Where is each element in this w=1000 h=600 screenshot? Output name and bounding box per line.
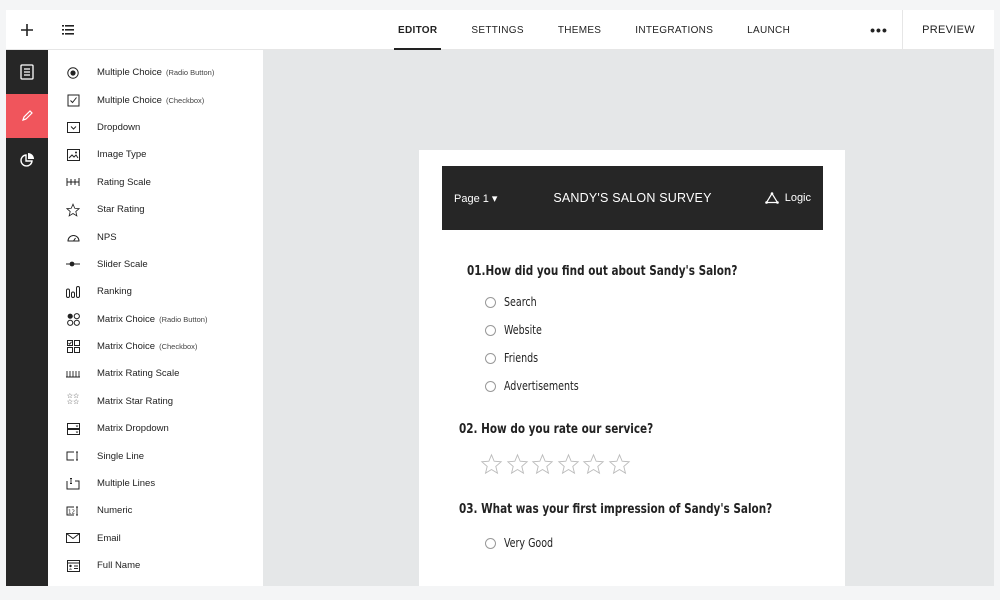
question-1-title: 01.How did you find out about Sandy's Sa… [467, 263, 738, 279]
question-type-item[interactable]: Slider Scale [48, 251, 263, 278]
app-window: EDITOR SETTINGS THEMES INTEGRATIONS LAUN… [6, 10, 994, 586]
star-icon[interactable] [531, 453, 554, 475]
matrix-star-icon: ☆☆ ☆☆ [66, 393, 80, 407]
question-1-option[interactable]: Search [485, 295, 541, 309]
survey-card: Page 1 ▾ SANDY'S SALON SURVEY Logic 01.H… [419, 150, 845, 586]
slider-icon [66, 257, 80, 271]
tab-themes[interactable]: THEMES [544, 10, 615, 50]
star-icon[interactable] [582, 453, 605, 475]
single-line-icon [66, 449, 80, 463]
question-2-title: 02. How do you rate our service? [459, 421, 654, 437]
star-icon[interactable] [608, 453, 631, 475]
radio-button[interactable] [485, 296, 496, 308]
radio-button[interactable] [485, 324, 496, 336]
question-type-item[interactable]: Full Name [48, 552, 263, 579]
question-1-option[interactable]: Website [485, 323, 547, 337]
question-3-title: 03. What was your first impression of Sa… [459, 501, 773, 517]
pie-chart-icon [20, 153, 34, 167]
preview-button[interactable]: PREVIEW [902, 10, 994, 50]
document-icon [20, 64, 34, 80]
multiple-lines-icon [66, 477, 80, 491]
question-type-item[interactable]: Dropdown [48, 114, 263, 141]
plus-icon [21, 24, 33, 36]
question-3-option[interactable]: Very Good [485, 536, 560, 550]
question-type-item[interactable]: Ranking [48, 278, 263, 305]
matrix-checkbox-icon [66, 340, 80, 354]
email-icon [66, 531, 80, 545]
numeric-icon: 12 [66, 504, 80, 518]
question-type-item[interactable]: Rating Scale [48, 169, 263, 196]
page-selector[interactable]: Page 1 ▾ [454, 166, 497, 230]
question-type-item[interactable]: Single Line [48, 442, 263, 469]
menu-button[interactable] [54, 10, 82, 50]
full-name-icon [66, 559, 80, 573]
logic-button[interactable]: Logic [764, 166, 811, 230]
star-icon[interactable] [480, 453, 503, 475]
rail-item-pages[interactable] [6, 50, 48, 94]
checkbox-icon [66, 93, 80, 107]
radio-icon [66, 66, 80, 80]
question-type-item[interactable]: Matrix Dropdown [48, 415, 263, 442]
question-type-item[interactable]: Matrix Choice (Checkbox) [48, 333, 263, 360]
question-type-item[interactable]: Matrix Rating Scale [48, 360, 263, 387]
left-rail [6, 50, 48, 586]
radio-button[interactable] [485, 380, 496, 392]
question-type-item[interactable]: Image Type [48, 141, 263, 168]
question-type-item[interactable]: Multiple Choice (Radio Button) [48, 59, 263, 86]
question-1-option[interactable]: Advertisements [485, 379, 589, 393]
rail-item-editor[interactable] [6, 94, 48, 138]
question-type-item[interactable]: Multiple Choice (Checkbox) [48, 86, 263, 113]
question-type-item[interactable]: Multiple Lines [48, 470, 263, 497]
add-button[interactable] [6, 10, 48, 50]
question-type-item[interactable]: Email [48, 525, 263, 552]
question-1-option[interactable]: Friends [485, 351, 543, 365]
tab-integrations[interactable]: INTEGRATIONS [621, 10, 727, 50]
svg-text:12: 12 [68, 509, 75, 515]
radio-button[interactable] [485, 352, 496, 364]
more-options-button[interactable]: ••• [864, 10, 894, 50]
main-tabs: EDITOR SETTINGS THEMES INTEGRATIONS LAUN… [384, 10, 810, 50]
dropdown-icon [66, 120, 80, 134]
question-type-item[interactable]: Matrix Choice (Radio Button) [48, 306, 263, 333]
matrix-dropdown-icon [66, 422, 80, 436]
question-type-item[interactable]: 12 Numeric [48, 497, 263, 524]
rating-scale-icon [66, 175, 80, 189]
logic-icon [764, 192, 779, 204]
matrix-rating-icon [66, 367, 80, 381]
star-icon[interactable] [557, 453, 580, 475]
gauge-icon [66, 230, 80, 244]
tab-launch[interactable]: LAUNCH [733, 10, 804, 50]
star-icon[interactable] [506, 453, 529, 475]
question-type-panel: Multiple Choice (Radio Button) Multiple C… [48, 50, 263, 586]
question-type-item[interactable]: ☆☆ ☆☆ Matrix Star Rating [48, 388, 263, 415]
tab-settings[interactable]: SETTINGS [457, 10, 537, 50]
image-icon [66, 148, 80, 162]
list-icon [62, 25, 74, 35]
question-type-item[interactable]: NPS [48, 223, 263, 250]
logic-label: Logic [784, 192, 811, 204]
rail-item-reports[interactable] [6, 138, 48, 182]
radio-button[interactable] [485, 537, 496, 549]
question-type-item[interactable]: Star Rating [48, 196, 263, 223]
tab-editor[interactable]: EDITOR [384, 10, 451, 50]
matrix-radio-icon [66, 312, 80, 326]
star-icon [66, 202, 80, 217]
pencil-icon [22, 110, 33, 121]
ranking-icon [66, 285, 80, 299]
survey-header: Page 1 ▾ SANDY'S SALON SURVEY Logic [442, 166, 823, 230]
top-bar: EDITOR SETTINGS THEMES INTEGRATIONS LAUN… [6, 10, 994, 50]
star-rating [480, 453, 633, 475]
